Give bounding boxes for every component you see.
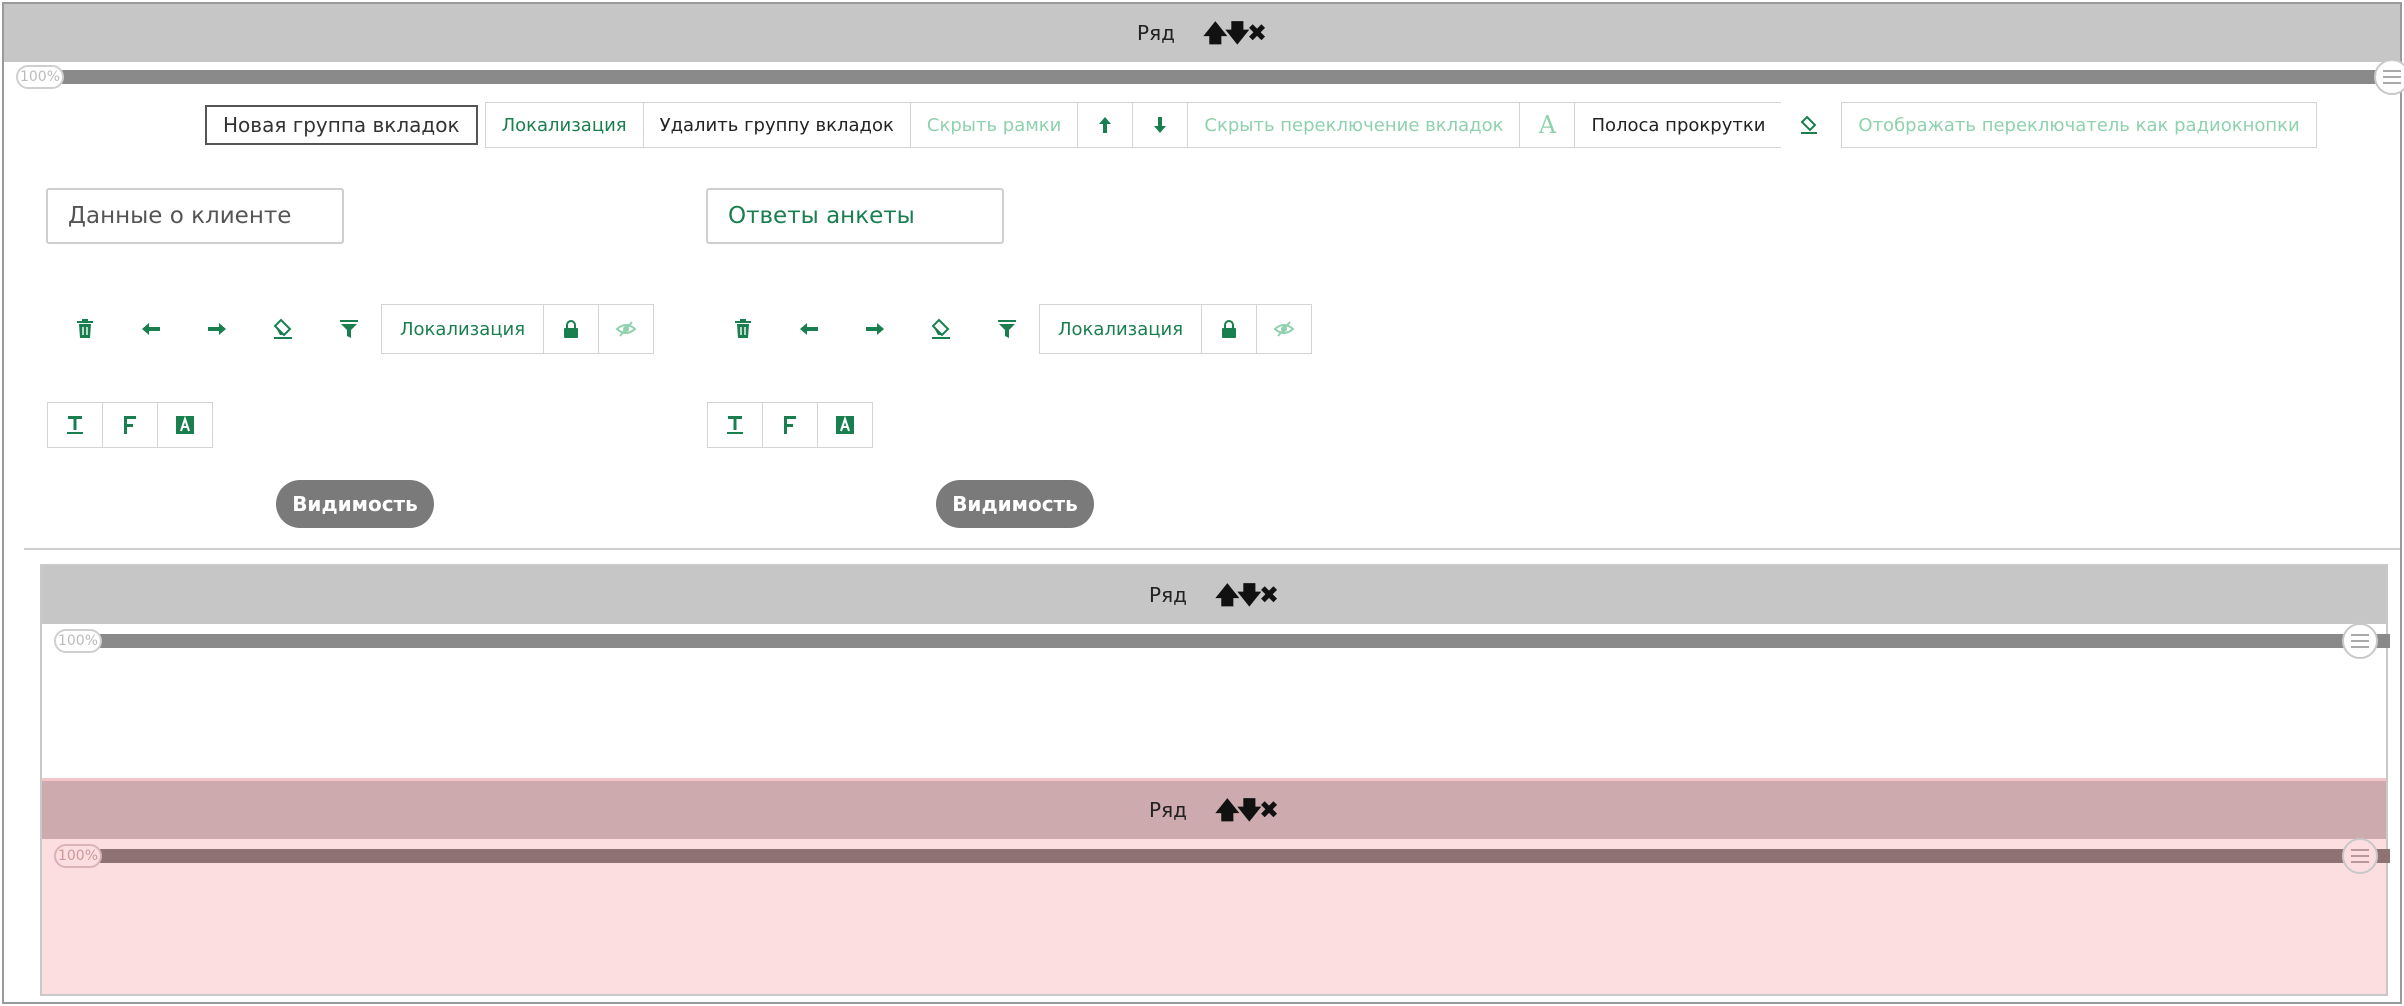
lock-button[interactable] — [1201, 304, 1258, 354]
close-icon[interactable]: ✖ — [1259, 798, 1279, 822]
font-color-icon — [176, 415, 194, 434]
move-down-icon[interactable]: 🡇 — [1225, 21, 1250, 45]
trash-icon — [77, 319, 93, 338]
hide-frames-button[interactable]: Скрыть рамки — [909, 102, 1079, 148]
move-down-button[interactable] — [1132, 102, 1189, 148]
filter-button[interactable] — [316, 304, 382, 354]
move-left-button[interactable] — [118, 304, 184, 354]
row-controls: 🡅 🡇 ✖ — [1203, 21, 1267, 45]
hide-button[interactable] — [1256, 304, 1313, 354]
move-right-button[interactable] — [184, 304, 250, 354]
row-width-percent: 100% — [54, 629, 102, 653]
tab-label-survey-answers[interactable]: Ответы анкеты — [706, 188, 1004, 244]
row-controls: 🡅 🡇 ✖ — [1215, 798, 1279, 822]
lock-button[interactable] — [543, 304, 600, 354]
tab-1-format — [47, 402, 213, 448]
highlighted-row: Ряд 🡅 🡇 ✖ 100% — [42, 778, 2390, 994]
row-width-percent: 100% — [16, 65, 64, 89]
lock-icon — [564, 320, 579, 338]
tab-2-actions: Локализация — [710, 304, 1313, 354]
scrollbar-button[interactable]: Полоса прокрутки — [1574, 102, 1783, 148]
close-icon[interactable]: ✖ — [1259, 583, 1279, 607]
visibility-button[interactable]: Видимость — [936, 480, 1094, 528]
slider-handle[interactable] — [2374, 59, 2404, 95]
tab-localization-button[interactable]: Локализация — [381, 304, 545, 354]
font-F-icon — [124, 416, 136, 434]
eraser-icon — [273, 318, 292, 339]
hide-button[interactable] — [598, 304, 655, 354]
list-icon — [2351, 634, 2369, 648]
font-button[interactable] — [102, 402, 158, 448]
tab-group-toolbar: Новая группа вкладок Локализация Удалить… — [205, 102, 2317, 148]
eraser-icon — [1800, 115, 1818, 134]
move-up-icon[interactable]: 🡅 — [1215, 583, 1240, 607]
arrow-up-icon — [1099, 117, 1112, 133]
filter-icon — [340, 320, 358, 338]
arrow-right-icon — [866, 323, 884, 335]
eye-slash-icon — [615, 321, 637, 337]
row-title: Ряд — [1149, 798, 1187, 822]
nested-row-container: Ряд 🡅 🡇 ✖ 100% Ряд 🡅 🡇 ✖ 100% — [40, 564, 2390, 996]
tab-localization-button[interactable]: Локализация — [1039, 304, 1203, 354]
row-width-slider[interactable] — [90, 634, 2390, 648]
text-underline-icon — [67, 416, 83, 434]
font-button[interactable] — [762, 402, 818, 448]
localization-button[interactable]: Локализация — [484, 102, 644, 148]
move-down-icon[interactable]: 🡇 — [1237, 583, 1262, 607]
move-up-icon[interactable]: 🡅 — [1203, 21, 1228, 45]
slider-handle[interactable] — [2342, 838, 2378, 874]
slider-handle[interactable] — [2342, 623, 2378, 659]
hide-tab-switch-button[interactable]: Скрыть переключение вкладок — [1187, 102, 1521, 148]
arrow-left-icon — [800, 323, 818, 335]
row-width-slider[interactable] — [90, 849, 2390, 863]
editor-frame: Ряд 🡅 🡇 ✖ 100% Новая группа вкладок Лока… — [2, 2, 2404, 1004]
arrow-left-icon — [142, 323, 160, 335]
radio-switch-button[interactable]: Отображать переключатель как радиокнопки — [1841, 102, 2317, 148]
font-F-icon — [784, 416, 796, 434]
move-down-icon[interactable]: 🡇 — [1237, 798, 1262, 822]
font-color-button[interactable] — [157, 402, 213, 448]
move-left-button[interactable] — [776, 304, 842, 354]
row-width-slider[interactable] — [38, 70, 2384, 84]
font-color-icon — [836, 415, 854, 434]
text-underline-button[interactable] — [707, 402, 763, 448]
lock-icon — [1222, 320, 1237, 338]
arrow-right-icon — [208, 323, 226, 335]
tab-2-format — [707, 402, 873, 448]
nested-row-header: Ряд 🡅 🡇 ✖ — [42, 566, 2386, 624]
tab-label-customer-data[interactable]: Данные о клиенте — [46, 188, 344, 244]
trash-icon — [735, 319, 751, 338]
eye-slash-icon — [1273, 321, 1295, 337]
close-icon[interactable]: ✖ — [1247, 21, 1267, 45]
new-tab-group-button[interactable]: Новая группа вкладок — [205, 105, 478, 145]
text-underline-button[interactable] — [47, 402, 103, 448]
move-up-button[interactable] — [1077, 102, 1134, 148]
highlighted-row-header: Ряд 🡅 🡇 ✖ — [42, 781, 2386, 839]
section-divider — [24, 548, 2400, 550]
font-button[interactable]: A — [1519, 102, 1576, 148]
tab-1-actions: Локализация — [52, 304, 655, 354]
arrow-down-icon — [1154, 117, 1167, 133]
delete-button[interactable] — [52, 304, 118, 354]
row-title: Ряд — [1137, 21, 1175, 45]
font-color-button[interactable] — [817, 402, 873, 448]
row-header: Ряд 🡅 🡇 ✖ — [4, 4, 2400, 62]
list-icon — [2383, 70, 2401, 84]
visibility-button[interactable]: Видимость — [276, 480, 434, 528]
eraser-icon — [931, 318, 950, 339]
eraser-button[interactable] — [908, 304, 974, 354]
filter-icon — [998, 320, 1016, 338]
delete-button[interactable] — [710, 304, 776, 354]
move-right-button[interactable] — [842, 304, 908, 354]
eraser-button[interactable] — [250, 304, 316, 354]
row-title: Ряд — [1149, 583, 1187, 607]
move-up-icon[interactable]: 🡅 — [1215, 798, 1240, 822]
eraser-button[interactable] — [1781, 102, 1838, 148]
list-icon — [2351, 849, 2369, 863]
text-underline-icon — [727, 416, 743, 434]
row-width-percent: 100% — [54, 844, 102, 868]
delete-tab-group-button[interactable]: Удалить группу вкладок — [642, 102, 911, 148]
row-controls: 🡅 🡇 ✖ — [1215, 583, 1279, 607]
filter-button[interactable] — [974, 304, 1040, 354]
